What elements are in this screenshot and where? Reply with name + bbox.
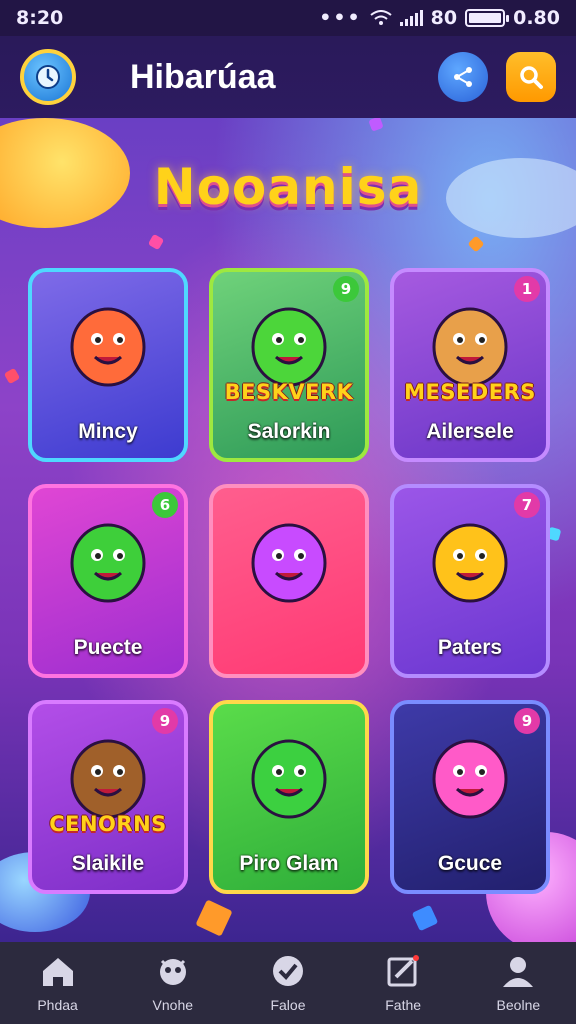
game-card-banner: BESKVERK [224,380,354,404]
game-card-badge: 9 [152,708,178,734]
game-card-banner: MESEDERS [404,380,536,404]
bottom-nav: Phdaa Vnohe Faloe Fathe Beolne [0,942,576,1024]
search-icon [520,66,543,89]
battery-icon [465,9,510,27]
header-actions [438,52,556,102]
nav-label: Phdaa [37,997,78,1013]
share-button[interactable] [438,52,488,102]
status-indicators: ••• 80 0.80 [319,7,560,29]
wifi-icon [370,10,392,25]
nav-label: Fathe [385,997,422,1013]
nav-item-fathe[interactable]: Fathe [353,953,453,1013]
game-card-banner: CENORNS [49,812,167,836]
game-card[interactable]: MESEDERS 1 Ailersele [390,268,550,462]
game-logo: Nooanisa [153,158,423,216]
profile-icon [503,957,534,987]
game-card[interactable]: 7 Paters [390,484,550,678]
signal-icon [399,10,423,26]
check-badge-icon [272,956,303,986]
game-card-label: Mincy [78,420,138,443]
game-character-art [32,282,184,402]
game-card-badge: 9 [333,276,359,302]
edit-icon [387,955,420,987]
nav-label: Faloe [270,997,306,1013]
game-card-badge: 1 [514,276,540,302]
game-area: Nooanisa Mincy BESKVERK 9 Salorkin MESEDERS 1… [0,118,576,942]
game-card-badge: 7 [514,492,540,518]
game-card-label: Slaikile [71,852,145,875]
status-time: 8:20 [16,7,64,29]
game-card-badge: 9 [514,708,540,734]
game-card[interactable]: CENORNS 9 Slaikile [28,700,188,894]
game-card-label: Paters [437,636,503,659]
app-title: Hibarúaa [130,57,276,96]
nav-item-faloe[interactable]: Faloe [238,953,338,1013]
game-card-label: Puecte [73,636,143,659]
share-icon [454,67,472,87]
confetti-decoration [411,904,439,932]
game-character-art [213,498,365,618]
home-icon [42,958,73,986]
confetti-decoration [467,235,485,253]
game-card-badge: 6 [152,492,178,518]
clock-icon [36,65,60,89]
confetti-decoration [147,233,165,251]
status-bar: 8:20 ••• 80 0.80 [0,0,576,36]
game-character-art [213,714,365,834]
nav-label: Vnohe [152,997,194,1013]
nav-item-phdaa[interactable]: Phdaa [8,953,108,1013]
game-card[interactable]: BESKVERK 9 Salorkin [209,268,369,462]
game-card[interactable] [209,484,369,678]
game-card[interactable]: Piro Glam [209,700,369,894]
nav-label: Beolne [496,997,541,1013]
confetti-decoration [368,118,384,132]
game-card-label: Piro Glam [239,852,339,875]
game-card[interactable]: 9 Gcuce [390,700,550,894]
nav-item-beolne[interactable]: Beolne [468,953,568,1013]
game-card-label: Ailersele [426,420,514,443]
game-card[interactable]: Mincy [28,268,188,462]
confetti-decoration [195,899,233,937]
battery-label: 0.80 [513,7,560,29]
clock-button[interactable] [20,49,76,105]
notification-dots: ••• [319,7,362,29]
search-button[interactable] [506,52,556,102]
monster-icon [159,959,186,985]
app-header: Hibarúaa [0,36,576,118]
game-card-label: Salorkin [247,420,331,443]
nav-item-vnohe[interactable]: Vnohe [123,953,223,1013]
game-card[interactable]: 6 Puecte [28,484,188,678]
game-card-label: Gcuce [437,852,503,875]
confetti-decoration [3,367,21,385]
game-grid: Mincy BESKVERK 9 Salorkin MESEDERS 1 Ailersele… [28,268,550,894]
network-label: 80 [430,7,458,29]
